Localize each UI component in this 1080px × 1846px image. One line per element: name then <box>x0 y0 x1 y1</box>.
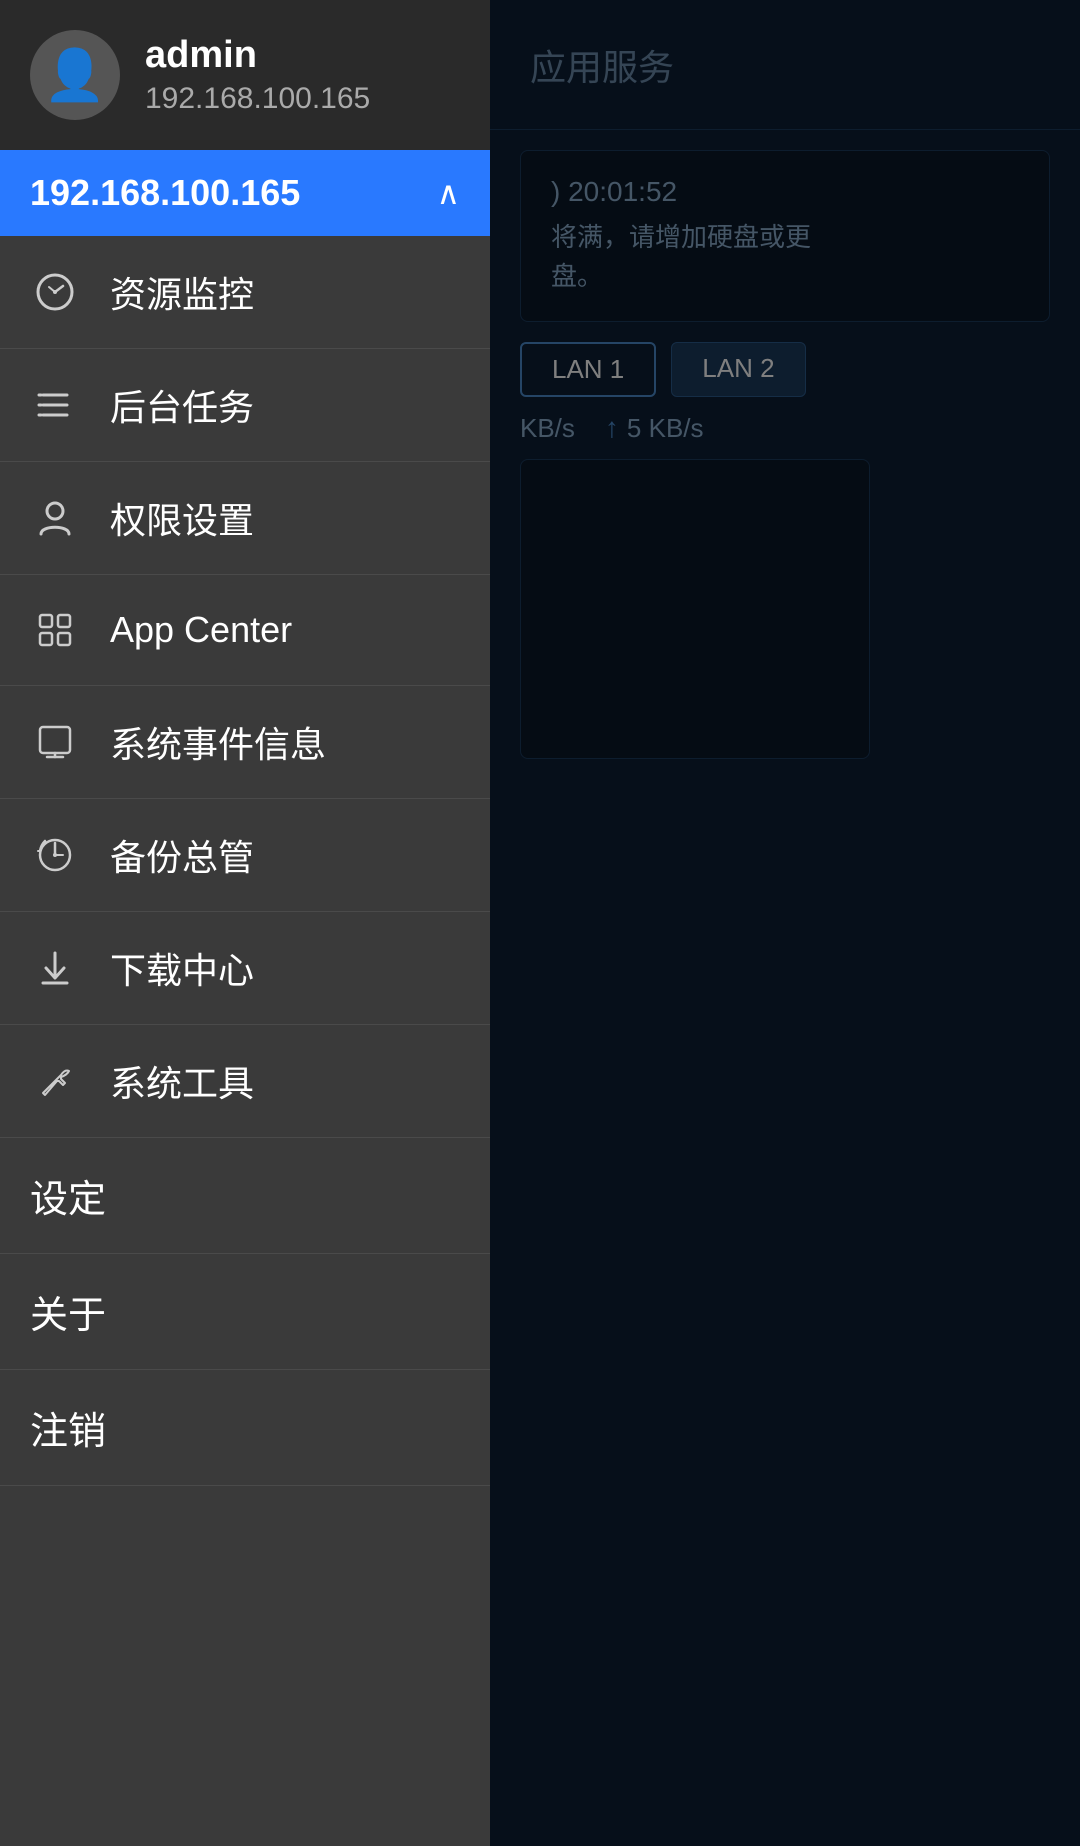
background-tasks-icon <box>30 380 80 430</box>
avatar: 👤 <box>30 30 120 120</box>
menu-item-system-tools[interactable]: 系统工具 <box>0 1025 490 1138</box>
side-drawer: 👤 admin 192.168.100.165 192.168.100.165 … <box>0 0 490 1846</box>
menu-item-backup[interactable]: 备份总管 <box>0 799 490 912</box>
settings-label: 设定 <box>30 1168 106 1223</box>
background-tasks-label: 后台任务 <box>110 379 254 431</box>
menu-section-about[interactable]: 关于 <box>0 1254 490 1370</box>
system-tools-icon <box>30 1056 80 1106</box>
chevron-up-icon: ∧ <box>437 174 460 212</box>
avatar-icon: 👤 <box>44 46 106 105</box>
about-label: 关于 <box>30 1284 106 1339</box>
app-center-icon <box>30 605 80 655</box>
menu-item-permissions[interactable]: 权限设置 <box>0 462 490 575</box>
server-ip: 192.168.100.165 <box>30 172 300 214</box>
menu-item-system-events[interactable]: 系统事件信息 <box>0 686 490 799</box>
user-name: admin <box>145 34 460 77</box>
system-events-icon <box>30 717 80 767</box>
menu-item-app-center[interactable]: App Center <box>0 575 490 686</box>
backup-label: 备份总管 <box>110 829 254 881</box>
download-center-label: 下载中心 <box>110 942 254 994</box>
user-header: 👤 admin 192.168.100.165 <box>0 0 490 150</box>
system-events-label: 系统事件信息 <box>110 716 326 768</box>
app-center-label: App Center <box>110 609 292 651</box>
resource-monitor-label: 资源监控 <box>110 266 254 318</box>
menu-list: 资源监控 后台任务 <box>0 236 490 1846</box>
user-ip: 192.168.100.165 <box>145 82 460 116</box>
resource-monitor-icon <box>30 267 80 317</box>
server-selector[interactable]: 192.168.100.165 ∧ <box>0 150 490 236</box>
menu-section-settings[interactable]: 设定 <box>0 1138 490 1254</box>
logout-label: 注销 <box>30 1400 106 1455</box>
system-tools-label: 系统工具 <box>110 1055 254 1107</box>
backup-icon <box>30 830 80 880</box>
menu-item-background-tasks[interactable]: 后台任务 <box>0 349 490 462</box>
user-info: admin 192.168.100.165 <box>145 34 460 116</box>
menu-item-resource-monitor[interactable]: 资源监控 <box>0 236 490 349</box>
download-center-icon <box>30 943 80 993</box>
menu-item-download-center[interactable]: 下载中心 <box>0 912 490 1025</box>
permissions-label: 权限设置 <box>110 492 254 544</box>
menu-section-logout[interactable]: 注销 <box>0 1370 490 1486</box>
permissions-icon <box>30 493 80 543</box>
